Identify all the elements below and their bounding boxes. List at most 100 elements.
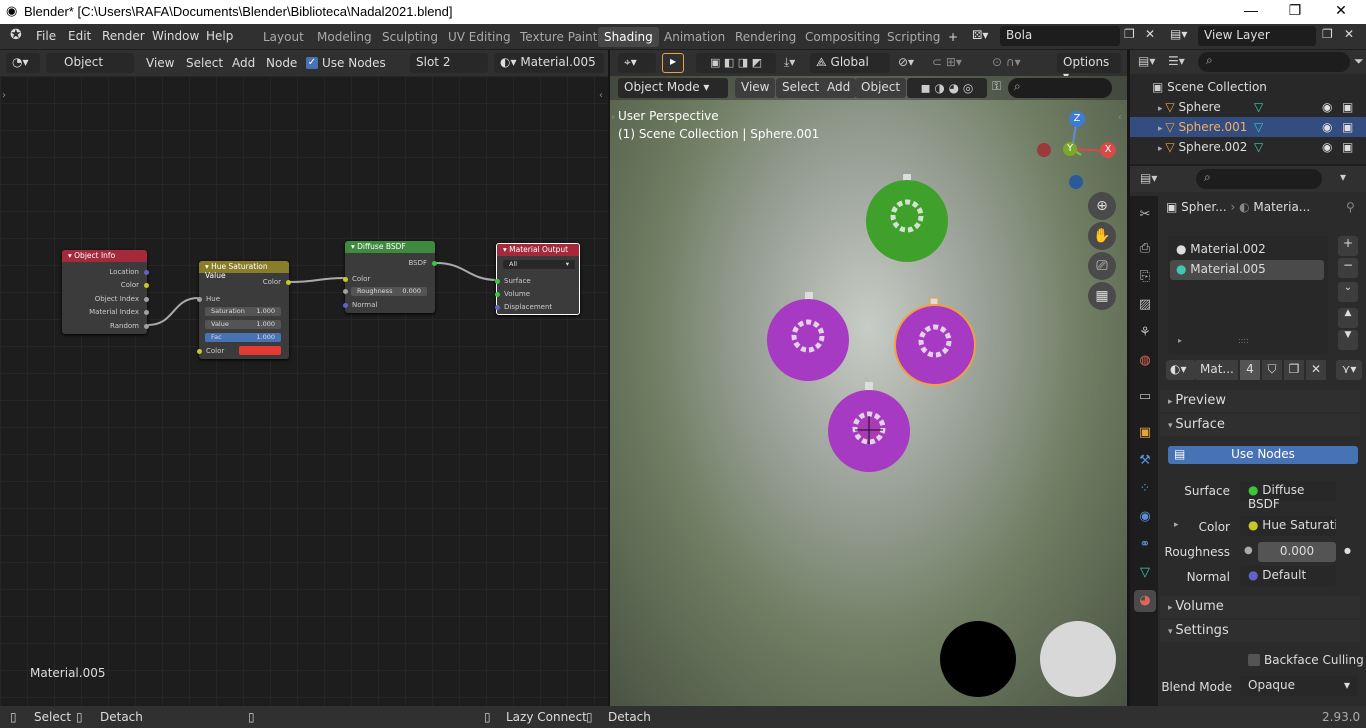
filter-icon[interactable]: ⏷ — [1354, 54, 1364, 69]
shader-type-dropdown[interactable]: Object — [46, 53, 134, 73]
3d-viewport[interactable]: Object Mode ▾ View Select Add Object ◼ ◑… — [610, 76, 1127, 706]
slot-dropdown[interactable]: Slot 2 — [410, 53, 488, 73]
view-layer-tab-icon[interactable]: ▨ — [1134, 294, 1156, 316]
render-camera-icon[interactable]: ▣ — [1342, 120, 1353, 134]
outliner-row-sphere-002[interactable]: ▸ ▽ Sphere.002 ▽ ◉ ▣ — [1130, 137, 1366, 157]
gizmo-z-axis[interactable]: Z — [1069, 111, 1085, 127]
close-button[interactable]: ✕ — [1318, 2, 1364, 22]
socket[interactable] — [197, 297, 202, 302]
editor-type-icon[interactable]: ▤▾ — [1140, 171, 1157, 185]
node-menu-view[interactable]: View — [146, 56, 174, 70]
scene-tab-icon[interactable]: ⚘ — [1134, 322, 1156, 344]
slot-item-active[interactable]: ● Material.005 — [1170, 260, 1324, 280]
tab-scripting[interactable]: Scripting — [881, 27, 946, 47]
tab-animation[interactable]: Animation — [658, 27, 731, 47]
node-menu-add[interactable]: Add — [232, 56, 255, 70]
tab-texture-paint[interactable]: Texture Paint — [514, 27, 603, 47]
menu-render[interactable]: Render — [102, 29, 145, 43]
saturation-field[interactable]: Saturation 1.000 — [205, 307, 281, 316]
toolbar-expand-icon[interactable]: › — [2, 90, 6, 101]
pin-icon[interactable]: ⚲ — [1346, 200, 1355, 214]
scene-field[interactable]: Bola — [1000, 26, 1120, 46]
outliner-search-field[interactable]: ⌕ — [1198, 52, 1350, 72]
backface-culling-checkbox[interactable] — [1248, 654, 1260, 666]
remove-scene-icon[interactable]: ✕ — [1145, 27, 1155, 41]
properties-search-field[interactable]: ⌕ — [1196, 169, 1322, 189]
purple-ball[interactable] — [767, 299, 849, 381]
value-field[interactable]: Value 1.000 — [205, 320, 281, 329]
maximize-button[interactable]: ❐ — [1272, 2, 1318, 22]
selection-mode-icons[interactable]: ▣ ◧ ◨ ◩ — [696, 53, 776, 73]
copy-scene-icon[interactable]: ❐ — [1124, 27, 1135, 41]
sidebar-expand-icon[interactable]: ‹ — [1118, 112, 1122, 123]
minimize-button[interactable]: — — [1228, 2, 1274, 22]
socket[interactable] — [343, 303, 348, 308]
node-menu-node[interactable]: Node — [266, 56, 297, 70]
tab-uv-editing[interactable]: UV Editing — [442, 27, 517, 47]
proportional-edit-icon[interactable]: ⊙ ∩▾ — [992, 55, 1021, 69]
render-camera-icon[interactable]: ▣ — [1342, 140, 1353, 154]
editor-type-icon[interactable]: ◔▾ — [6, 53, 40, 73]
add-slot-icon[interactable]: + — [1338, 236, 1358, 256]
pin-context-icon[interactable]: ▾ — [1340, 170, 1346, 184]
add-workspace-icon[interactable]: + — [942, 27, 964, 47]
snap-icon[interactable]: ⊂ ⊞▾ — [932, 55, 962, 69]
slot-specials-icon[interactable]: ⌄ — [1338, 282, 1358, 302]
outliner-row-sphere[interactable]: ▸ ▽ Sphere ▽ ◉ ▣ — [1130, 97, 1366, 117]
tool-tab-icon[interactable]: ✂ — [1134, 204, 1156, 226]
color-swatch[interactable] — [239, 346, 281, 355]
node-menu-select[interactable]: Select — [186, 56, 223, 70]
copy-view-layer-icon[interactable]: ❐ — [1322, 27, 1333, 41]
view-layer-icon[interactable]: ▤▾ — [1170, 27, 1187, 41]
editor-type-icon[interactable]: ⌖▾ — [618, 53, 656, 73]
socket[interactable] — [144, 283, 149, 288]
green-ball[interactable] — [866, 180, 948, 262]
world-tab-icon[interactable]: ◍ — [1134, 350, 1156, 372]
tab-layout[interactable]: Layout — [257, 27, 310, 47]
material-slot-list[interactable]: ● Material.002 ● Material.005 ▸ :::: — [1168, 236, 1328, 354]
socket[interactable] — [144, 297, 149, 302]
visibility-eye-icon[interactable]: ◉ — [1322, 120, 1332, 134]
grid-icon[interactable]: ▦ — [1088, 282, 1116, 310]
remove-slot-icon[interactable]: − — [1338, 258, 1358, 278]
node-object-info[interactable]: ▾ Object Info Location Color Object Inde… — [62, 250, 149, 334]
remove-view-layer-icon[interactable]: ✕ — [1344, 27, 1354, 41]
tab-sculpting[interactable]: Sculpting — [376, 27, 444, 47]
pivot-icon[interactable]: ⊘▾ — [898, 55, 914, 69]
object-tab-icon[interactable]: ▣ — [1134, 422, 1156, 444]
render-camera-icon[interactable]: ▣ — [1342, 100, 1353, 114]
move-slot-up-icon[interactable]: ▲ — [1338, 308, 1358, 328]
section-volume[interactable]: ▸ Volume — [1160, 596, 1360, 618]
unlink-material-icon[interactable]: ✕ — [1306, 360, 1326, 380]
modifier-tab-icon[interactable]: ⚒ — [1134, 450, 1156, 472]
sidebar-expand-icon[interactable]: ‹ — [599, 90, 603, 101]
fake-user-icon[interactable]: ⛉ — [1262, 360, 1282, 380]
display-mode-icon[interactable]: ☰▾ — [1168, 54, 1185, 68]
gizmo-x-axis[interactable]: X — [1100, 142, 1116, 158]
options-dropdown[interactable]: Options ▾ — [1057, 53, 1121, 83]
outliner-root[interactable]: ▣ Scene Collection — [1130, 77, 1366, 97]
menu-file[interactable]: File — [36, 29, 56, 43]
socket[interactable] — [495, 279, 500, 284]
zoom-icon[interactable]: ⊕ — [1088, 192, 1116, 220]
socket[interactable] — [286, 280, 291, 285]
socket[interactable] — [144, 324, 149, 329]
keyframe-dot-icon[interactable]: ● — [1344, 546, 1351, 555]
surface-field[interactable]: ● Diffuse BSDF — [1240, 481, 1336, 511]
data-tab-icon[interactable]: ▽ — [1134, 562, 1156, 584]
fac-field[interactable]: Fac 1.000 — [205, 333, 281, 342]
tab-rendering[interactable]: Rendering — [729, 27, 802, 47]
toolbar-expand-icon[interactable]: › — [611, 112, 615, 123]
move-slot-down-icon[interactable]: ▼ — [1338, 330, 1358, 350]
gizmo-neg-z[interactable] — [1069, 175, 1083, 189]
gizmo-neg-x[interactable] — [1037, 143, 1051, 157]
node-material-output[interactable]: ▾ Material Output All ▾ Surface Volume Di… — [495, 243, 580, 315]
use-nodes-button[interactable]: ▤ Use Nodes — [1168, 446, 1358, 464]
transform-orientation-dropdown[interactable]: ⟁ Global — [810, 53, 890, 73]
material-tab-icon[interactable]: ◕ — [1134, 590, 1156, 612]
select-tool-icon[interactable]: ▸ — [662, 53, 684, 73]
roughness-field[interactable]: 0.000 — [1258, 542, 1336, 562]
socket[interactable] — [144, 270, 149, 275]
menu-window[interactable]: Window — [152, 29, 199, 43]
editor-type-icon[interactable]: ▤▾ — [1138, 54, 1155, 68]
